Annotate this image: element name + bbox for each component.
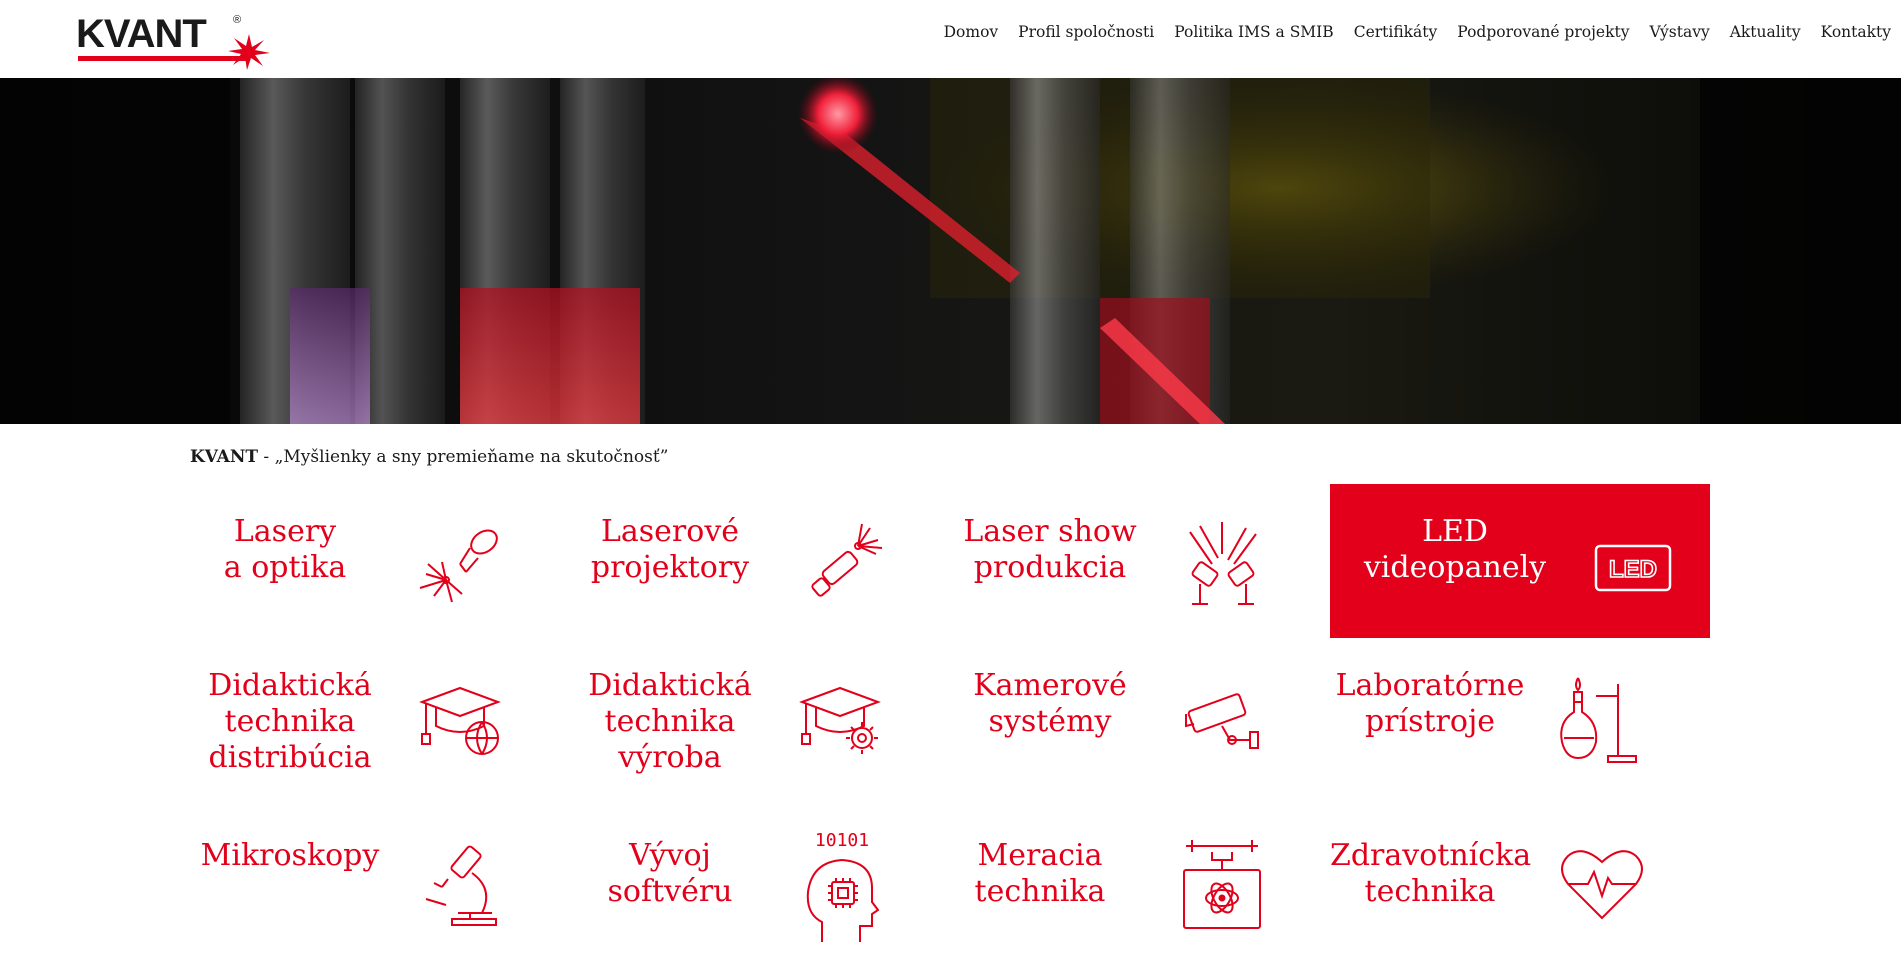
- tile-title-line1: LED: [1422, 514, 1488, 549]
- tile-meracia-technika[interactable]: Meracia technika: [950, 792, 1330, 946]
- heart-pulse-icon: [1561, 850, 1643, 920]
- logo-underline: [78, 56, 250, 61]
- tagline-separator: -: [258, 447, 275, 467]
- tile-title-line2: prístroje: [1364, 704, 1496, 739]
- intro-tagline: KVANT - „Myšlienky a sny premieňame na s…: [190, 447, 668, 467]
- tile-title-line1: Lasery: [233, 514, 337, 549]
- tile-title-line1: Laser show: [963, 514, 1137, 549]
- tile-title: Mikroskopy: [190, 838, 390, 874]
- hero-banner-image: [0, 78, 1901, 424]
- tile-laboratorne-pristroje[interactable]: Laboratórne prístroje: [1330, 638, 1710, 792]
- tile-title: Laboratórne prístroje: [1330, 668, 1530, 740]
- nav-link-projekty[interactable]: Podporované projekty: [1457, 22, 1629, 42]
- led-panel-icon: LED: [1594, 544, 1672, 592]
- nav-link-profil[interactable]: Profil spoločnosti: [1018, 22, 1154, 42]
- hero-laser-photo: [0, 78, 1901, 424]
- tile-title: Didaktická technika výroba: [570, 668, 770, 776]
- laser-burst-icon: [419, 529, 498, 603]
- tile-led-videopanely[interactable]: LED videopanely LED: [1330, 484, 1710, 638]
- tile-title-line2: systémy: [988, 704, 1112, 739]
- graduation-cap-globe-icon: [419, 686, 501, 755]
- logo-star-icon: [228, 34, 270, 70]
- tile-didakticka-distribucia[interactable]: Didaktická technika distribúcia: [190, 638, 570, 792]
- head-chip-icon: 10101: [806, 830, 880, 942]
- tile-title-line2: projektory: [590, 550, 750, 585]
- tagline-brand: KVANT: [190, 447, 259, 467]
- tile-lasery-optika[interactable]: Lasery a optika: [190, 484, 570, 638]
- tile-title: Laser show produkcia: [950, 514, 1150, 586]
- laser-pointer-icon: [811, 523, 883, 597]
- tile-title: Laserové projektory: [570, 514, 770, 586]
- tile-title-line2: technika: [974, 874, 1106, 909]
- tagline-motto: „Myšlienky a sny premieňame na skutočnos…: [274, 447, 669, 467]
- measuring-device-icon: [1183, 840, 1261, 929]
- tile-title: Vývoj softvéru: [570, 838, 770, 910]
- tile-title: Lasery a optika: [190, 514, 380, 586]
- nav-link-politika[interactable]: Politika IMS a SMIB: [1174, 22, 1334, 42]
- tile-title: LED videopanely: [1330, 514, 1580, 586]
- tile-laser-show[interactable]: Laser show produkcia: [950, 484, 1330, 638]
- tile-title: Zdravotnícka technika: [1330, 838, 1532, 910]
- tile-title-line1: Didaktická: [208, 668, 372, 703]
- led-icon-label: LED: [1609, 556, 1657, 583]
- tile-title: Meracia technika: [950, 838, 1130, 910]
- tile-title-line1: Laboratórne: [1335, 668, 1525, 703]
- tile-kamerove-systemy[interactable]: Kamerové systémy: [950, 638, 1330, 792]
- tile-title-line2: produkcia: [973, 550, 1127, 585]
- tile-title-line2: a optika: [223, 550, 347, 585]
- stage-spotlights-icon: [1189, 522, 1257, 605]
- tile-title-line1: Vývoj: [629, 838, 711, 873]
- tile-title-line2: technika: [1364, 874, 1496, 909]
- nav-link-domov[interactable]: Domov: [944, 22, 999, 42]
- kvant-logo[interactable]: KVANT ®: [76, 14, 272, 72]
- security-camera-icon: [1185, 693, 1259, 749]
- tile-title-line3: distribúcia: [208, 740, 372, 775]
- tile-didakticka-vyroba[interactable]: Didaktická technika výroba: [570, 638, 950, 792]
- tile-title-line2: technika: [604, 704, 736, 739]
- nav-link-vystavy[interactable]: Výstavy: [1649, 22, 1709, 42]
- tile-title-line1: Laserové: [600, 514, 740, 549]
- tile-title-line1: Meracia: [977, 838, 1103, 873]
- logo-wordmark: KVANT: [76, 12, 207, 56]
- tile-mikroskopy[interactable]: Mikroskopy: [190, 792, 570, 946]
- lab-flask-icon: [1560, 677, 1637, 763]
- site-header: KVANT ® Domov Profil spoločnosti Politik…: [0, 0, 1901, 78]
- nav-link-kontakty[interactable]: Kontakty: [1821, 22, 1891, 42]
- tile-laserove-projektory[interactable]: Laserové projektory: [570, 484, 950, 638]
- microscope-icon: [425, 845, 497, 926]
- tile-title-line1: Mikroskopy: [200, 838, 380, 873]
- tile-title-line1: Kamerové: [973, 668, 1127, 703]
- tile-title-line1: Didaktická: [588, 668, 752, 703]
- tile-title: Didaktická technika distribúcia: [190, 668, 390, 776]
- tile-title-line1: Zdravotnícka: [1330, 838, 1532, 873]
- graduation-cap-gear-icon: [799, 686, 881, 754]
- main-navigation: Domov Profil spoločnosti Politika IMS a …: [924, 22, 1891, 42]
- tile-title-line3: výroba: [618, 740, 722, 775]
- tile-title: Kamerové systémy: [950, 668, 1150, 740]
- tile-zdravotnicka-technika[interactable]: Zdravotnícka technika: [1330, 792, 1710, 946]
- nav-link-aktuality[interactable]: Aktuality: [1730, 22, 1801, 42]
- tile-title-line2: technika: [224, 704, 356, 739]
- registered-mark: ®: [233, 14, 242, 26]
- tile-vyvoj-softveru[interactable]: Vývoj softvéru 10101: [570, 792, 950, 946]
- tile-title-line2: softvéru: [607, 874, 733, 909]
- binary-code-label: 10101: [815, 830, 869, 851]
- tile-title-line2: videopanely: [1363, 550, 1547, 585]
- nav-link-certifikaty[interactable]: Certifikáty: [1354, 22, 1438, 42]
